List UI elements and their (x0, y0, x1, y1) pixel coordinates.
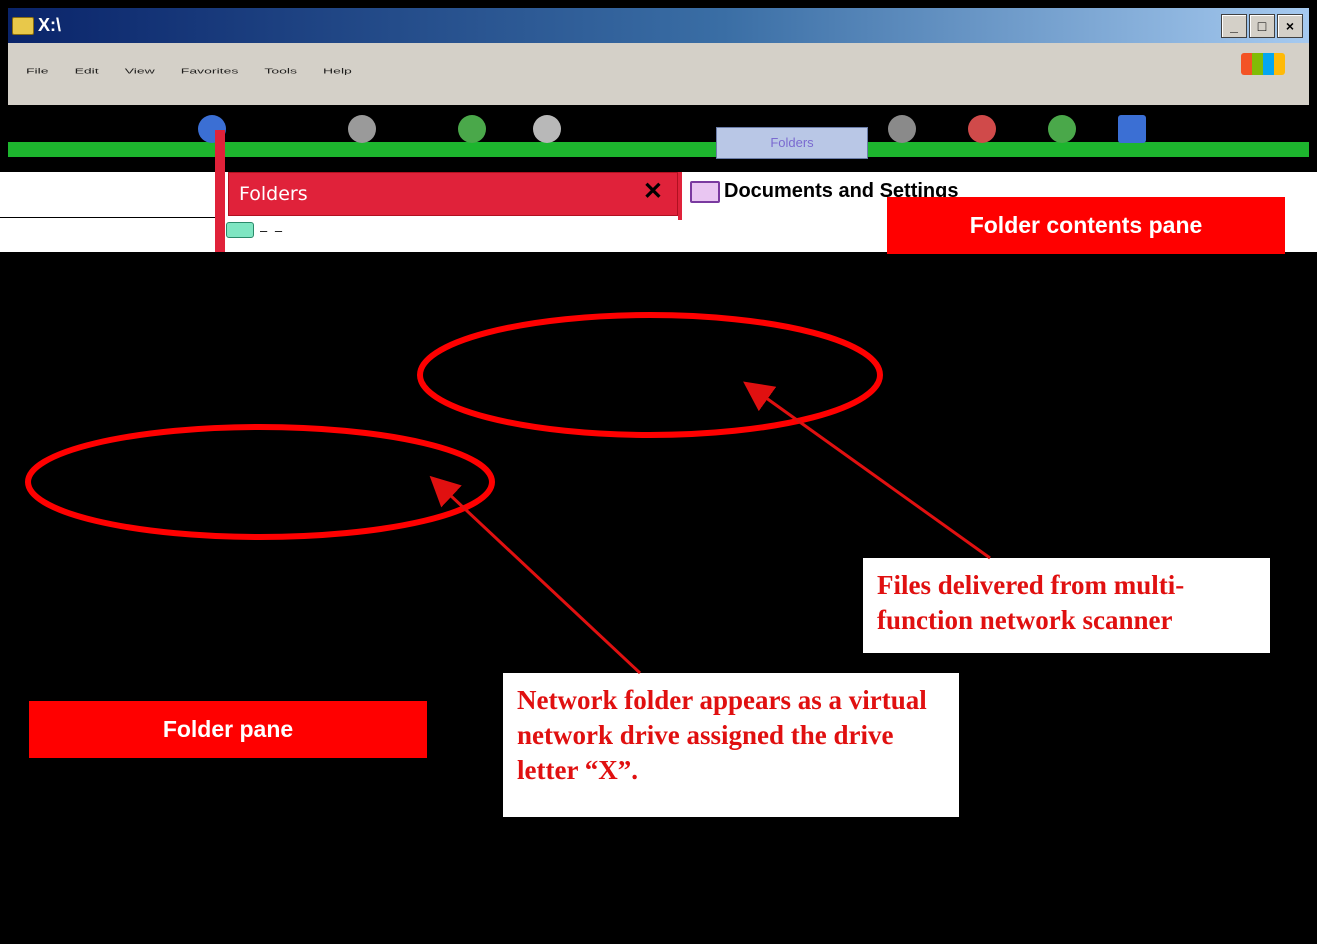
drive-highlight-ellipse (25, 424, 495, 540)
drive-arrow (429, 475, 642, 675)
scanner-arrow (743, 381, 991, 560)
annotation-overlay (25, 312, 991, 675)
contents-highlight-ellipse (417, 312, 883, 438)
